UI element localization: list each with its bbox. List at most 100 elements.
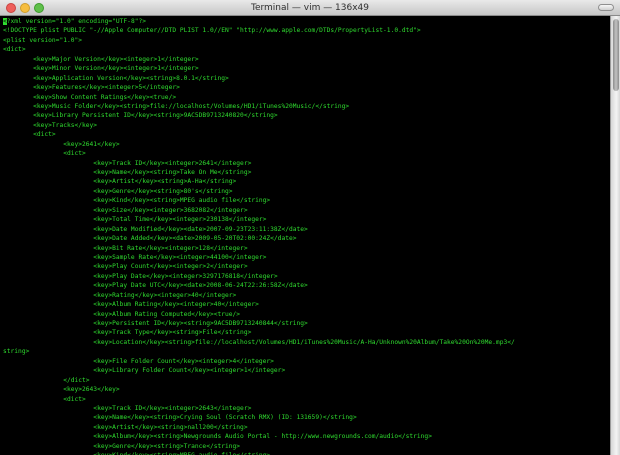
terminal-line: <key>Artist</key><string>A-Ha</string> bbox=[3, 177, 610, 186]
window-title: Terminal — vim — 136x49 bbox=[250, 3, 370, 13]
terminal-line-text: <key>Location</key><string>file://localh… bbox=[3, 338, 515, 346]
terminal-line: <key>Show Content Ratings</key><true/> bbox=[3, 93, 610, 102]
terminal-line-text: <key>Track ID</key><integer>2641</intege… bbox=[3, 159, 252, 167]
terminal-line: <plist version="1.0"> bbox=[3, 36, 610, 45]
terminal-line-text: <key>Date Modified</key><date>2007-09-23… bbox=[3, 225, 308, 233]
terminal-text-area[interactable]: <?xml version="1.0" encoding="UTF-8"?> <!… bbox=[0, 16, 610, 455]
terminal-line: <key>Minor Version</key><integer>1</inte… bbox=[3, 64, 610, 73]
terminal-line: <key>Album</key><string>Newgrounds Audio… bbox=[3, 432, 610, 441]
terminal-line-text: <key>Application Version</key><string>8.… bbox=[3, 74, 229, 82]
terminal-line-text: <key>Genre</key><string>80's</string> bbox=[3, 187, 233, 195]
terminal-line: <key>Artist</key><string>nall200</string… bbox=[3, 423, 610, 432]
terminal-line-text: <key>Kind</key><string>MPEG audio file</… bbox=[3, 197, 271, 205]
terminal-line: <key>Kind</key><string>MPEG audio file</… bbox=[3, 196, 610, 205]
terminal-line: <key>Location</key><string>file://localh… bbox=[3, 338, 610, 347]
terminal-line: <key>Total Time</key><integer>230138</in… bbox=[3, 215, 610, 224]
terminal-line-text: <key>Tracks</key> bbox=[3, 121, 98, 129]
terminal-line-text: string> bbox=[3, 348, 30, 356]
terminal-line: <key>Music Folder</key><string>file://lo… bbox=[3, 102, 610, 111]
terminal-line: <key>Major Version</key><integer>1</inte… bbox=[3, 55, 610, 64]
terminal-line: <key>Bit Rate</key><integer>128</integer… bbox=[3, 244, 610, 253]
terminal-line: <key>Genre</key><string>80's</string> bbox=[3, 187, 610, 196]
terminal-line: <key>2643</key> bbox=[3, 385, 610, 394]
terminal-line: <key>Track Type</key><string>File</strin… bbox=[3, 328, 610, 337]
terminal-line: <key>Name</key><string>Crying Soul (Scra… bbox=[3, 413, 610, 422]
terminal-line-text: <key>Rating</key><integer>40</integer> bbox=[3, 291, 237, 299]
terminal-line: <key>Play Date UTC</key><date>2008-06-24… bbox=[3, 281, 610, 290]
terminal-line-text: </dict> bbox=[3, 376, 90, 384]
terminal-line-text: <key>Artist</key><string>A-Ha</string> bbox=[3, 178, 237, 186]
terminal-line: <key>Album Rating</key><integer>40</inte… bbox=[3, 300, 610, 309]
terminal-line: <key>2641</key> bbox=[3, 140, 610, 149]
vertical-scrollbar[interactable] bbox=[610, 16, 620, 455]
terminal-line-text: <dict> bbox=[3, 131, 56, 139]
terminal-line-text: <dict> bbox=[3, 46, 26, 54]
terminal-line-text: <key>Play Date</key><integer>3297176818<… bbox=[3, 272, 278, 280]
terminal-line-text: <key>Album</key><string>Newgrounds Audio… bbox=[3, 433, 432, 441]
terminal-line-text: <key>Track Type</key><string>File</strin… bbox=[3, 329, 252, 337]
terminal-line-text: <key>Name</key><string>Crying Soul (Scra… bbox=[3, 414, 357, 422]
terminal-line: <key>Track ID</key><integer>2643</intege… bbox=[3, 404, 610, 413]
terminal-line-text: <key>Library Persistent ID</key><string>… bbox=[3, 112, 278, 120]
terminal-line: <key>Play Date</key><integer>3297176818<… bbox=[3, 272, 610, 281]
terminal-line: <key>Kind</key><string>MPEG audio file</… bbox=[3, 451, 610, 455]
terminal-line-text: <key>Music Folder</key><string>file://lo… bbox=[3, 102, 350, 110]
terminal-window: Terminal — vim — 136x49 <?xml version="1… bbox=[0, 0, 620, 455]
terminal-line: <dict> bbox=[3, 45, 610, 54]
terminal-line: string> bbox=[3, 347, 610, 356]
terminal-line: <key>Application Version</key><string>8.… bbox=[3, 74, 610, 83]
terminal-line-text: <key>Play Date UTC</key><date>2008-06-24… bbox=[3, 282, 308, 290]
terminal-line-text: <key>Major Version</key><integer>1</inte… bbox=[3, 55, 199, 63]
terminal-line-text: <key>Genre</key><string>Trance</string> bbox=[3, 442, 241, 450]
terminal-line: <key>File Folder Count</key><integer>4</… bbox=[3, 357, 610, 366]
terminal-line: <key>Tracks</key> bbox=[3, 121, 610, 130]
terminal-line-text: ?xml version="1.0" encoding="UTF-8"?> bbox=[6, 18, 146, 25]
terminal-line: <dict> bbox=[3, 395, 610, 404]
terminal-line: <key>Genre</key><string>Trance</string> bbox=[3, 442, 610, 451]
terminal-line-text: <key>Persistent ID</key><string>9AC5DB97… bbox=[3, 320, 308, 327]
terminal-line-text: <key>File Folder Count</key><integer>4</… bbox=[3, 357, 274, 365]
terminal-line: <key>Library Persistent ID</key><string>… bbox=[3, 111, 610, 120]
terminal-line-text: <key>2641</key> bbox=[3, 140, 120, 148]
terminal-line: <key>Features</key><integer>5</integer> bbox=[3, 83, 610, 92]
terminal-line: <key>Size</key><integer>3682082</integer… bbox=[3, 206, 610, 215]
terminal-line: <key>Track ID</key><integer>2641</intege… bbox=[3, 159, 610, 168]
terminal-line-text: <key>Artist</key><string>nall200</string… bbox=[3, 423, 248, 431]
terminal-line: <key>Persistent ID</key><string>9AC5DB97… bbox=[3, 319, 610, 328]
terminal-line-text: <plist version="1.0"> bbox=[3, 36, 83, 44]
scrollbar-thumb[interactable] bbox=[613, 19, 619, 91]
terminal-line-text: <key>Total Time</key><integer>230138</in… bbox=[3, 216, 267, 224]
terminal-line-text: <key>Library Folder Count</key><integer>… bbox=[3, 367, 286, 375]
terminal-line-text: <key>Show Content Ratings</key><true/> bbox=[3, 93, 177, 101]
terminal-line: <key>Sample Rate</key><integer>44100</in… bbox=[3, 253, 610, 262]
terminal-line: <dict> bbox=[3, 149, 610, 158]
terminal-line-text: <key>Date Added</key><date>2009-05-20T02… bbox=[3, 235, 297, 243]
terminal-line-text: <key>Album Rating</key><integer>40</inte… bbox=[3, 301, 259, 309]
terminal-line-text: <key>Name</key><string>Take On Me</strin… bbox=[3, 169, 252, 176]
terminal-line: <key>Date Added</key><date>2009-05-20T02… bbox=[3, 234, 610, 243]
terminal-line: <key>Album Rating Computed</key><true/> bbox=[3, 310, 610, 319]
terminal-line-text: <key>Album Rating Computed</key><true/> bbox=[3, 310, 241, 318]
terminal-line-text: <dict> bbox=[3, 150, 86, 158]
terminal-line: <key>Play Count</key><integer>2</integer… bbox=[3, 262, 610, 271]
terminal-line-text: <key>2643</key> bbox=[3, 386, 120, 394]
terminal-line-text: <key>Size</key><integer>3682082</integer… bbox=[3, 206, 248, 214]
terminal-line-text: <key>Play Count</key><integer>2</integer… bbox=[3, 263, 248, 271]
terminal-line: <?xml version="1.0" encoding="UTF-8"?> bbox=[3, 17, 610, 26]
terminal-line: </dict> bbox=[3, 376, 610, 385]
terminal-line: <key>Date Modified</key><date>2007-09-23… bbox=[3, 225, 610, 234]
terminal-line-text: <key>Sample Rate</key><integer>44100</in… bbox=[3, 253, 267, 261]
terminal-line: <dict> bbox=[3, 130, 610, 139]
terminal-line: <!DOCTYPE plist PUBLIC "-//Apple Compute… bbox=[3, 26, 610, 35]
terminal-line-text: <key>Features</key><integer>5</integer> bbox=[3, 84, 180, 92]
terminal-line: <key>Name</key><string>Take On Me</strin… bbox=[3, 168, 610, 177]
terminal-line-text: <key>Track ID</key><integer>2643</intege… bbox=[3, 404, 252, 412]
terminal-line-text: <key>Minor Version</key><integer>1</inte… bbox=[3, 65, 199, 73]
terminal-line: <key>Library Folder Count</key><integer>… bbox=[3, 366, 610, 375]
terminal-line: <key>Rating</key><integer>40</integer> bbox=[3, 291, 610, 300]
title-bar[interactable]: Terminal — vim — 136x49 bbox=[0, 0, 620, 16]
terminal-line-text: <dict> bbox=[3, 395, 86, 403]
terminal-line-text: <!DOCTYPE plist PUBLIC "-//Apple Compute… bbox=[3, 27, 421, 35]
toolbar-toggle-button[interactable] bbox=[598, 4, 614, 11]
terminal-line-text: <key>Bit Rate</key><integer>128</integer… bbox=[3, 244, 248, 252]
